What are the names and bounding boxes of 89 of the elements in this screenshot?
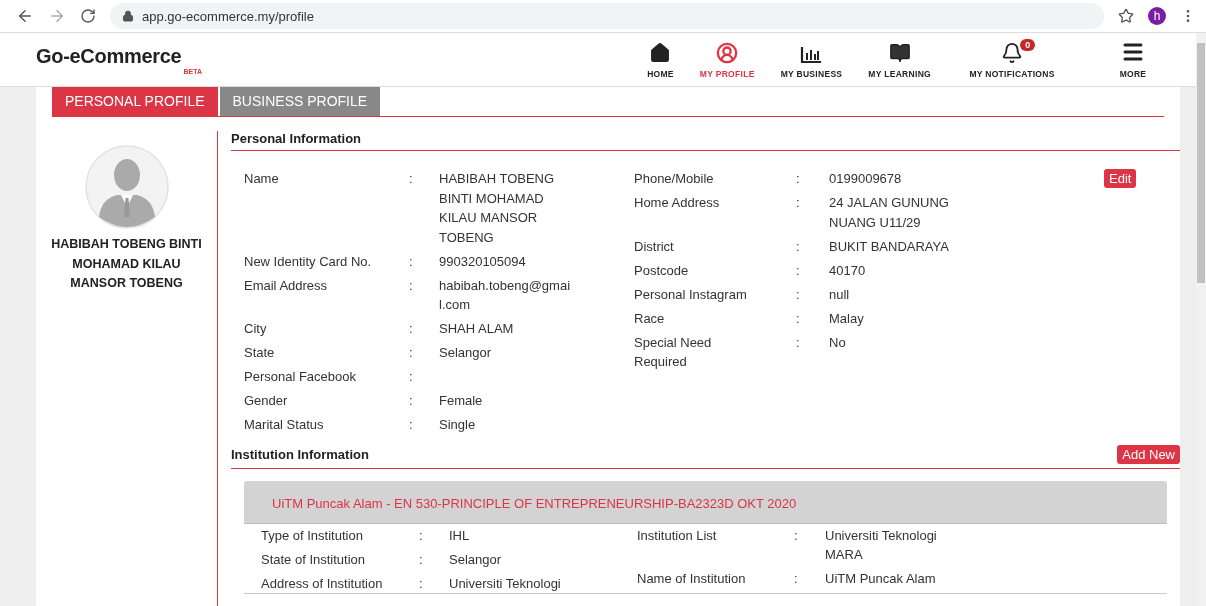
url-text: app.go-ecommerce.my/profile: [142, 8, 314, 24]
nav-item[interactable]: MY BUSINESS: [767, 46, 856, 79]
field-label: Name: [244, 170, 280, 188]
colon: :: [794, 526, 799, 545]
field-value: HABIBAH TOBENG BINTI MOHAMAD KILAU MANSOR TOBENG: [439, 170, 556, 247]
field-label: District: [634, 237, 675, 256]
field-value: Single: [439, 416, 477, 434]
field-label: State: [244, 344, 276, 362]
field-label: Personal Facebook: [244, 368, 357, 386]
colon: :: [796, 237, 801, 256]
scrollbar-thumb[interactable]: [1197, 43, 1205, 283]
colon: :: [796, 333, 801, 352]
field-label: Postcode: [634, 261, 690, 280]
field-label: State of Institution: [261, 550, 367, 569]
field-value: Female: [439, 392, 484, 410]
field-value: 990320105094: [439, 252, 527, 271]
colon: :: [794, 570, 799, 588]
nav-item[interactable]: MY LEARNING: [855, 42, 944, 79]
field-label: Personal Instagram: [634, 285, 748, 304]
field-value: 0199009678: [829, 170, 903, 188]
nav-item[interactable]: 0 MY NOTIFICATIONS: [944, 42, 1080, 79]
section-title: Institution Information: [231, 446, 369, 462]
field-label: Email Address: [244, 276, 329, 295]
field-label: Institution List: [637, 526, 718, 545]
logo[interactable]: Go-eCommerce: [36, 44, 200, 68]
field-label: Type of Institution: [261, 526, 364, 545]
colon: :: [419, 550, 424, 569]
field-label: Address of Institution: [261, 574, 384, 593]
field-value: UiTM Puncak Alam: [825, 570, 937, 588]
nav-item[interactable]: MORE: [1080, 40, 1186, 79]
field-value: habibah.tobeng@gmail.com: [439, 276, 571, 314]
user-icon: [716, 42, 739, 64]
field-label: New Identity Card No.: [244, 252, 373, 271]
edit-button[interactable]: Edit: [1104, 169, 1137, 188]
field-value: Selangor: [439, 344, 493, 362]
field-value: Universiti Teknologi MARA: [825, 526, 938, 564]
field-value: 24 JALAN GUNUNG NUANG U11/29: [829, 194, 950, 232]
scrollbar[interactable]: [1196, 33, 1206, 606]
field-value: Selangor: [449, 550, 503, 569]
field-value: BUKIT BANDARAYA: [829, 237, 950, 256]
field-value: 40170: [829, 261, 867, 280]
field-value: IHL: [449, 526, 471, 545]
profile-avatar[interactable]: h: [1148, 7, 1166, 25]
colon: :: [796, 285, 801, 304]
colon: :: [419, 526, 424, 545]
field-value: Universiti Teknologi: [449, 574, 562, 593]
colon: :: [409, 252, 414, 271]
field-value: Malay: [829, 309, 865, 328]
field-value: SHAH ALAM: [439, 320, 515, 338]
field-value: No: [829, 333, 847, 352]
tab[interactable]: BUSINESS PROFILE: [219, 87, 381, 116]
section-title: Personal Information: [231, 131, 362, 146]
colon: :: [409, 368, 414, 386]
star-icon[interactable]: [1118, 8, 1134, 24]
profile-name: HABIBAH TOBENG BINTI MOHAMAD KILAU MANSOR TOBENG: [50, 236, 203, 292]
field-label: Special Need Required: [634, 333, 713, 371]
colon: :: [796, 309, 801, 328]
colon: :: [796, 261, 801, 280]
bar-chart-icon: [800, 46, 823, 64]
bell-icon: [1001, 42, 1023, 64]
colon: :: [419, 574, 424, 593]
field-value: null: [829, 285, 851, 304]
colon: :: [796, 170, 801, 188]
colon: :: [409, 416, 414, 434]
add-new-button[interactable]: Add New: [1117, 444, 1180, 464]
home-icon: [649, 42, 672, 64]
colon: :: [409, 276, 414, 295]
field-label: Phone/Mobile: [634, 170, 715, 188]
colon: :: [409, 344, 414, 362]
avatar-icon: [84, 145, 169, 229]
field-label: Name of Institution: [637, 570, 747, 588]
colon: :: [409, 170, 414, 188]
colon: :: [409, 320, 414, 338]
lock-icon: [122, 10, 134, 22]
nav-item[interactable]: MY PROFILE: [686, 42, 768, 79]
reload-icon[interactable]: [80, 8, 96, 24]
book-icon: [888, 42, 911, 64]
field-label: Marital Status: [244, 416, 325, 434]
field-label: Gender: [244, 392, 289, 410]
colon: :: [409, 392, 414, 410]
nav-item[interactable]: HOME: [634, 42, 687, 79]
field-label: Home Address: [634, 194, 721, 212]
field-label: Race: [634, 309, 666, 328]
colon: :: [796, 194, 801, 212]
address-bar[interactable]: app.go-ecommerce.my/profile: [110, 3, 1104, 29]
back-icon[interactable]: [16, 7, 34, 25]
field-label: City: [244, 320, 268, 338]
notification-badge: 0: [1020, 39, 1036, 51]
tab[interactable]: PERSONAL PROFILE: [52, 87, 218, 116]
